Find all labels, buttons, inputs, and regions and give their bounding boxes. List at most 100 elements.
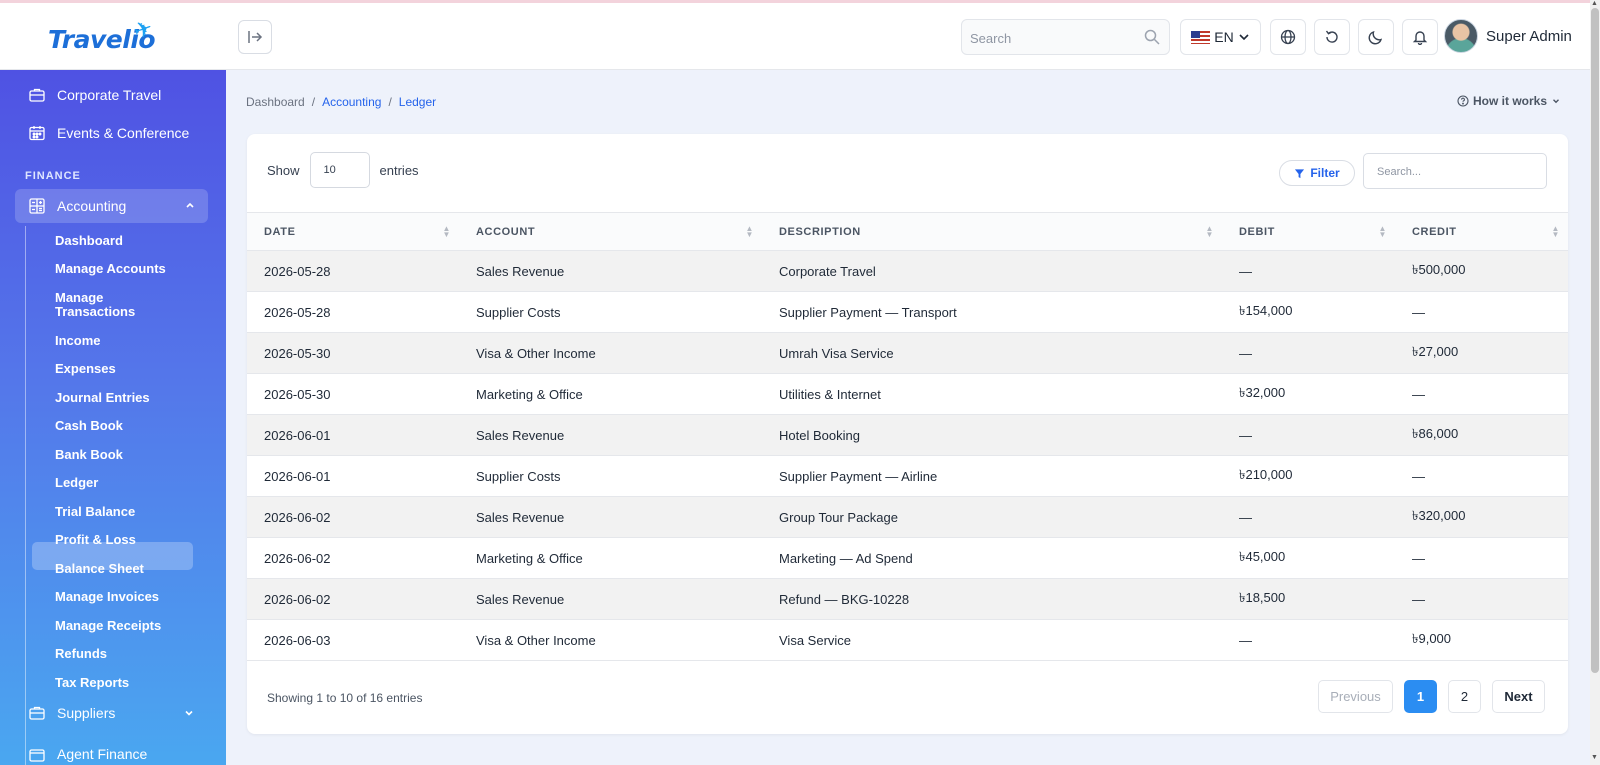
sidebar-item-agent-finance[interactable]: Agent Finance <box>0 740 226 765</box>
column-header-credit[interactable]: CREDIT ▲ ▼ <box>1395 212 1568 251</box>
table-row: 2026-05-28 Supplier Costs Supplier Payment… <box>247 291 1568 333</box>
cell-date: 2026-05-30 <box>247 332 459 374</box>
chevron-down-icon <box>1239 34 1249 41</box>
column-header-description[interactable]: DESCRIPTION ▲ ▼ <box>762 212 1222 251</box>
table-row: 2026-06-01 Sales Revenue Hotel Booking — ৳86… <box>247 414 1568 456</box>
cell-credit: — <box>1395 291 1568 333</box>
globe-button[interactable] <box>1270 19 1306 55</box>
cell-description: Corporate Travel <box>762 250 1222 292</box>
scrollbar-thumb[interactable] <box>1591 8 1599 673</box>
table-row: 2026-06-02 Marketing & Office Marketing — … <box>247 537 1568 579</box>
collapse-sidebar-icon <box>248 31 263 43</box>
column-header-date[interactable]: DATE ▲ ▼ <box>247 212 459 251</box>
breadcrumb-separator: / <box>388 95 392 109</box>
filter-button[interactable]: Filter <box>1279 160 1355 186</box>
cell-description: Utilities & Internet <box>762 373 1222 415</box>
cell-credit: ৳86,000 <box>1395 414 1568 456</box>
search-icon <box>1144 29 1160 45</box>
column-header-account[interactable]: ACCOUNT ▲ ▼ <box>459 212 762 251</box>
cell-date: 2026-06-02 <box>247 496 459 538</box>
cell-description: Visa Service <box>762 619 1222 661</box>
bell-icon <box>1412 31 1428 45</box>
sidebar-subitem-ledger[interactable]: Ledger <box>55 476 98 490</box>
cell-date: 2026-06-02 <box>247 537 459 579</box>
sidebar-subitem-profit-loss[interactable]: Profit & Loss <box>55 533 136 547</box>
refresh-button[interactable] <box>1314 19 1350 55</box>
sidebar-subitem-cash-book[interactable]: Cash Book <box>55 419 123 433</box>
sidebar-subitem-bank-book[interactable]: Bank Book <box>55 448 123 462</box>
table-header-row: DATE ▲ ▼ ACCOUNT ▲ ▼ DESCRIPTION ▲ ▼ DEBIT ▲ ▼ C… <box>247 212 1568 251</box>
sidebar-subitem-expenses[interactable]: Expenses <box>55 362 116 376</box>
cell-account: Sales Revenue <box>459 496 762 538</box>
chevron-up-icon <box>186 202 194 208</box>
sidebar-subitem-manage-accounts[interactable]: Manage Accounts <box>55 262 166 276</box>
cell-date: 2026-06-01 <box>247 414 459 456</box>
notifications-button[interactable] <box>1402 19 1438 55</box>
top-search-input[interactable]: Search <box>961 19 1170 55</box>
scroll-up-arrow[interactable]: ▲ <box>1591 0 1598 7</box>
filter-icon <box>1295 168 1305 178</box>
previous-page-button[interactable]: Previous <box>1318 680 1393 713</box>
cell-description: Refund — BKG-10228 <box>762 578 1222 620</box>
scroll-down-arrow[interactable]: ▼ <box>1591 754 1598 761</box>
table-row: 2026-05-30 Visa & Other Income Umrah Visa … <box>247 332 1568 374</box>
how-it-works-toggle[interactable]: How it works <box>1457 94 1561 108</box>
sidebar-subitem-journal-entries[interactable]: Journal Entries <box>55 391 150 405</box>
cell-date: 2026-06-03 <box>247 619 459 661</box>
sidebar-subitem-manage-invoices[interactable]: Manage Invoices <box>55 590 159 604</box>
cell-debit: ৳154,000 <box>1222 291 1395 333</box>
pagination-summary: Showing 1 to 10 of 16 entries <box>267 691 423 705</box>
cell-debit: — <box>1222 619 1395 661</box>
sidebar-item-corporate-travel[interactable]: Corporate Travel <box>0 76 226 114</box>
ledger-table: DATE ▲ ▼ ACCOUNT ▲ ▼ DESCRIPTION ▲ ▼ DEBIT ▲ ▼ C… <box>247 212 1568 661</box>
sidebar-subitem-balance-sheet[interactable]: Balance Sheet <box>55 562 144 576</box>
briefcase-icon <box>29 706 45 720</box>
page-2-button[interactable]: 2 <box>1448 680 1481 713</box>
sort-icon: ▲ ▼ <box>745 224 754 239</box>
cell-credit: — <box>1395 578 1568 620</box>
sidebar-subitem-manage-receipts[interactable]: Manage Receipts <box>55 619 161 633</box>
sidebar-subitem-trial-balance[interactable]: Trial Balance <box>55 505 135 519</box>
entries-per-page-input[interactable]: 10 <box>309 152 370 188</box>
sidebar-item-suppliers[interactable]: Suppliers <box>0 696 226 732</box>
sidebar-subitem-manage-transactions[interactable]: Manage Transactions <box>55 291 175 319</box>
cell-description: Umrah Visa Service <box>762 332 1222 374</box>
column-header-debit[interactable]: DEBIT ▲ ▼ <box>1222 212 1395 251</box>
breadcrumb-accounting[interactable]: Accounting <box>322 95 381 109</box>
sidebar-toggle-button[interactable] <box>238 20 272 54</box>
cell-credit: ৳27,000 <box>1395 332 1568 374</box>
sort-icon: ▲ ▼ <box>1551 224 1560 239</box>
cell-credit: ৳320,000 <box>1395 496 1568 538</box>
filter-label: Filter <box>1310 166 1340 180</box>
sidebar-item-events-conference[interactable]: Events & Conference <box>0 114 226 152</box>
breadcrumb-separator: / <box>311 95 316 109</box>
cell-date: 2026-05-30 <box>247 373 459 415</box>
table-search-input[interactable]: Search... <box>1363 153 1547 189</box>
cell-description: Group Tour Package <box>762 496 1222 538</box>
cell-date: 2026-06-02 <box>247 578 459 620</box>
sidebar-subitem-refunds[interactable]: Refunds <box>55 647 107 661</box>
sidebar-subitem-tax-reports[interactable]: Tax Reports <box>55 676 129 690</box>
page-1-button[interactable]: 1 <box>1404 680 1437 713</box>
sidebar-subitem-income[interactable]: Income <box>55 334 101 348</box>
sort-icon: ▲ ▼ <box>1378 224 1387 239</box>
cell-account: Visa & Other Income <box>459 619 762 661</box>
chevron-down-icon <box>185 710 193 716</box>
travelio-logo[interactable]: Travelio ✈ <box>48 15 178 59</box>
calculator-icon <box>29 198 45 214</box>
dark-mode-button[interactable] <box>1358 19 1394 55</box>
breadcrumb-ledger[interactable]: Ledger <box>399 95 436 109</box>
section-label-finance: FINANCE <box>25 170 81 182</box>
cell-date: 2026-05-28 <box>247 291 459 333</box>
cell-account: Supplier Costs <box>459 291 762 333</box>
cell-credit: — <box>1395 537 1568 579</box>
breadcrumb-dashboard[interactable]: Dashboard <box>246 95 305 109</box>
user-menu[interactable]: Super Admin <box>1444 19 1572 53</box>
next-page-button[interactable]: Next <box>1492 680 1545 713</box>
cell-credit: ৳500,000 <box>1395 250 1568 292</box>
sidebar-item-accounting[interactable]: Accounting <box>15 189 208 223</box>
sidebar-subitem-dashboard[interactable]: Dashboard <box>55 234 123 248</box>
moon-icon <box>1368 30 1383 45</box>
sidebar: Corporate Travel Events & Conference FIN… <box>0 70 226 765</box>
language-selector[interactable]: EN <box>1180 19 1261 55</box>
